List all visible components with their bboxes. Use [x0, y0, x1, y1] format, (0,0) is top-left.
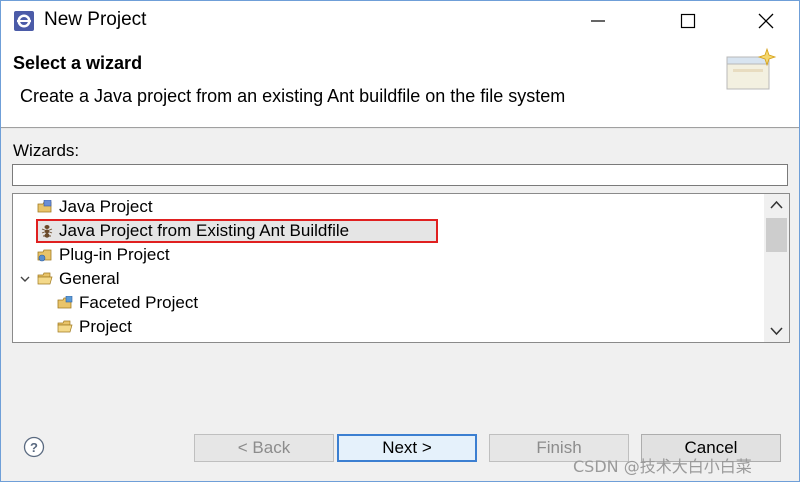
page-title: Select a wizard [13, 53, 143, 73]
tree-scrollbar[interactable] [764, 194, 789, 342]
chevron-down-icon [770, 327, 783, 336]
title-bar: New Project [1, 1, 799, 39]
maximize-icon [680, 13, 696, 29]
wizard-banner-icon [726, 47, 777, 90]
help-icon[interactable]: ? [23, 436, 45, 458]
chevron-down-icon [20, 276, 30, 282]
minimize-button[interactable] [575, 5, 621, 35]
tree-item-label: Project [79, 317, 132, 336]
wizard-tree[interactable]: Java Project Java Project from Existing … [12, 193, 790, 343]
folder-open-icon [57, 320, 73, 333]
faceted-project-icon [57, 296, 73, 309]
java-project-icon [37, 200, 52, 213]
scroll-thumb[interactable] [766, 218, 787, 252]
new-project-dialog: New Project Select a wizard Create a Jav… [0, 0, 800, 482]
wizards-label: Wizards: [13, 141, 80, 160]
minimize-icon [591, 20, 605, 22]
page-description: Create a Java project from an existing A… [20, 86, 566, 106]
plugin-project-icon [37, 249, 52, 262]
tree-item-label: Faceted Project [79, 293, 199, 312]
folder-open-icon [37, 272, 53, 285]
maximize-button[interactable] [665, 5, 711, 35]
tree-item-label: Plug-in Project [59, 245, 170, 264]
ant-icon [41, 225, 53, 238]
chevron-up-icon [770, 200, 783, 209]
tree-item-label: Java Project from Existing Ant Buildfile [59, 221, 350, 240]
eclipse-icon [14, 11, 34, 31]
next-button[interactable]: Next > [337, 434, 477, 462]
close-icon [758, 13, 774, 29]
back-button[interactable]: < Back [194, 434, 334, 462]
wizard-filter-input[interactable] [12, 164, 788, 186]
tree-item-label: Java Project [59, 197, 153, 216]
watermark: CSDN @技术大白小白菜 [573, 457, 752, 476]
scroll-down-button[interactable] [764, 320, 789, 342]
close-button[interactable] [743, 5, 789, 35]
tree-item-label: General [59, 269, 120, 288]
svg-text:?: ? [30, 440, 38, 455]
scroll-up-button[interactable] [764, 194, 789, 216]
wizard-header: Select a wizard Create a Java project fr… [1, 39, 799, 127]
window-title: New Project [44, 9, 147, 30]
wizard-body: Wizards: Java Project Java Project from … [1, 129, 799, 481]
